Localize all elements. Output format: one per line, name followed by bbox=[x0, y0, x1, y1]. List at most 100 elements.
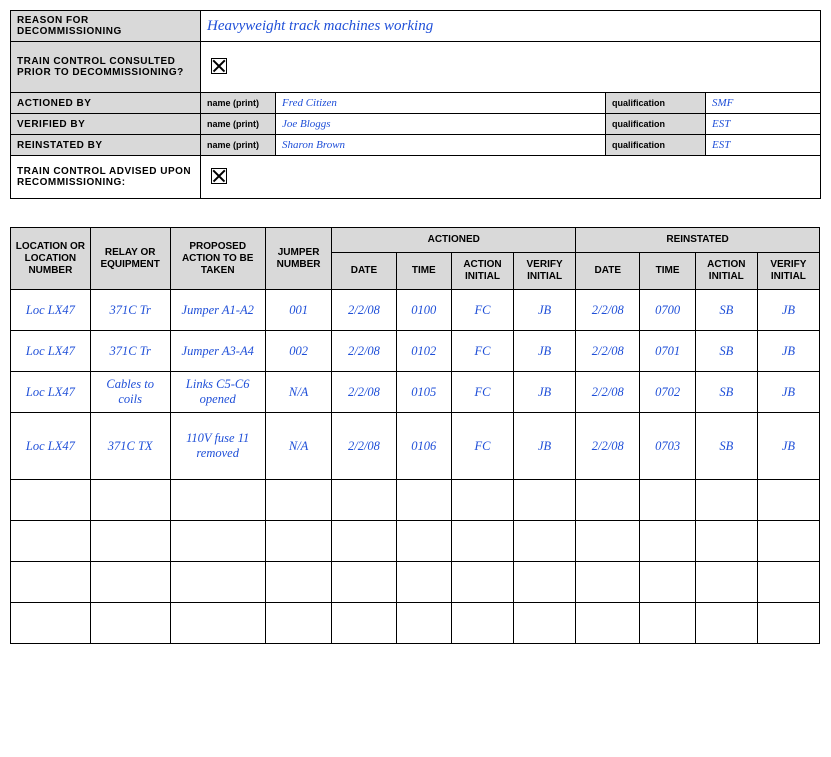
cell-r_vi: JB bbox=[757, 413, 819, 480]
cell-r_vi bbox=[757, 603, 819, 644]
cell-r_date: 2/2/08 bbox=[576, 331, 640, 372]
table-row: Loc LX47371C TrJumper A3-A40022/2/080102… bbox=[11, 331, 820, 372]
name-print-label: name (print) bbox=[201, 114, 276, 135]
cell-r_ai bbox=[695, 562, 757, 603]
cell-jumper bbox=[265, 480, 331, 521]
verified-by-label: Verified by bbox=[11, 114, 201, 135]
cell-r_vi bbox=[757, 521, 819, 562]
cell-loc bbox=[11, 480, 91, 521]
cell-r_time: 0701 bbox=[640, 331, 695, 372]
cell-a_ai: FC bbox=[451, 413, 513, 480]
cell-a_ai bbox=[451, 480, 513, 521]
col-r-time: TIME bbox=[640, 253, 695, 290]
reason-value: Heavyweight track machines working bbox=[201, 11, 821, 42]
cell-action bbox=[170, 521, 265, 562]
cell-a_vi: JB bbox=[514, 290, 576, 331]
cell-a_ai bbox=[451, 603, 513, 644]
actioned-by-name: Fred Citizen bbox=[276, 93, 606, 114]
cell-a_time bbox=[396, 562, 451, 603]
table-row bbox=[11, 603, 820, 644]
cell-loc: Loc LX47 bbox=[11, 372, 91, 413]
cell-r_ai bbox=[695, 480, 757, 521]
cell-loc bbox=[11, 603, 91, 644]
cell-a_time: 0102 bbox=[396, 331, 451, 372]
cell-loc: Loc LX47 bbox=[11, 290, 91, 331]
cell-a_ai: FC bbox=[451, 290, 513, 331]
cell-r_time bbox=[640, 480, 695, 521]
cell-action: Jumper A3-A4 bbox=[170, 331, 265, 372]
cell-a_time bbox=[396, 603, 451, 644]
cell-action bbox=[170, 480, 265, 521]
qualification-label: qualification bbox=[606, 135, 706, 156]
verified-by-name: Joe Bloggs bbox=[276, 114, 606, 135]
col-actioned-group: ACTIONED bbox=[332, 228, 576, 253]
table-row bbox=[11, 562, 820, 603]
cell-r_date bbox=[576, 603, 640, 644]
decommissioning-header-table: Reason for decommissioning Heavyweight t… bbox=[10, 10, 821, 199]
cell-a_ai bbox=[451, 562, 513, 603]
cell-jumper bbox=[265, 603, 331, 644]
cell-a_vi bbox=[514, 521, 576, 562]
cell-a_ai: FC bbox=[451, 372, 513, 413]
col-reinstated-group: REINSTATED bbox=[576, 228, 820, 253]
cell-jumper bbox=[265, 562, 331, 603]
cell-jumper: 001 bbox=[265, 290, 331, 331]
cell-loc: Loc LX47 bbox=[11, 413, 91, 480]
cell-r_time: 0703 bbox=[640, 413, 695, 480]
reason-label: Reason for decommissioning bbox=[11, 11, 201, 42]
cell-jumper bbox=[265, 521, 331, 562]
name-print-label: name (print) bbox=[201, 93, 276, 114]
cell-r_vi: JB bbox=[757, 331, 819, 372]
cell-loc: Loc LX47 bbox=[11, 331, 91, 372]
table-row bbox=[11, 480, 820, 521]
name-print-label: name (print) bbox=[201, 135, 276, 156]
cell-a_time bbox=[396, 521, 451, 562]
cell-loc bbox=[11, 562, 91, 603]
cell-r_time bbox=[640, 562, 695, 603]
cell-a_ai: FC bbox=[451, 331, 513, 372]
cell-a_vi bbox=[514, 562, 576, 603]
cell-action: Jumper A1-A2 bbox=[170, 290, 265, 331]
table-row: Loc LX47371C TX110V fuse 11 removedN/A2/… bbox=[11, 413, 820, 480]
cell-action bbox=[170, 562, 265, 603]
col-location: LOCATION OR LOCATION NUMBER bbox=[11, 228, 91, 290]
cell-a_time: 0105 bbox=[396, 372, 451, 413]
cell-a_date bbox=[332, 521, 396, 562]
cell-r_ai bbox=[695, 521, 757, 562]
cell-a_vi: JB bbox=[514, 372, 576, 413]
cell-r_vi bbox=[757, 562, 819, 603]
col-jumper: JUMPER NUMBER bbox=[265, 228, 331, 290]
cell-r_date: 2/2/08 bbox=[576, 290, 640, 331]
col-a-ai: ACTION INITIAL bbox=[451, 253, 513, 290]
cell-jumper: N/A bbox=[265, 372, 331, 413]
cell-relay: 371C TX bbox=[90, 413, 170, 480]
cell-r_vi: JB bbox=[757, 290, 819, 331]
cell-a_vi: JB bbox=[514, 331, 576, 372]
cell-r_ai: SB bbox=[695, 290, 757, 331]
actioned-by-label: Actioned by bbox=[11, 93, 201, 114]
col-r-date: DATE bbox=[576, 253, 640, 290]
cell-r_time bbox=[640, 521, 695, 562]
cell-a_date bbox=[332, 603, 396, 644]
checkbox-checked-icon bbox=[211, 168, 227, 184]
checkbox-checked-icon bbox=[211, 58, 227, 74]
advised-value bbox=[201, 156, 821, 199]
cell-r_vi: JB bbox=[757, 372, 819, 413]
consulted-label: Train control consulted prior to decommi… bbox=[11, 42, 201, 93]
cell-loc bbox=[11, 521, 91, 562]
decommissioning-grid: LOCATION OR LOCATION NUMBER RELAY OR EQU… bbox=[10, 227, 820, 644]
cell-a_vi bbox=[514, 603, 576, 644]
cell-relay bbox=[90, 480, 170, 521]
table-row: Loc LX47371C TrJumper A1-A20012/2/080100… bbox=[11, 290, 820, 331]
cell-r_time bbox=[640, 603, 695, 644]
cell-a_date: 2/2/08 bbox=[332, 372, 396, 413]
col-action: PROPOSED ACTION TO BE TAKEN bbox=[170, 228, 265, 290]
cell-r_date bbox=[576, 562, 640, 603]
cell-r_date bbox=[576, 480, 640, 521]
col-r-ai: ACTION INITIAL bbox=[695, 253, 757, 290]
cell-a_date: 2/2/08 bbox=[332, 413, 396, 480]
cell-action bbox=[170, 603, 265, 644]
col-a-vi: VERIFY INITIAL bbox=[514, 253, 576, 290]
qualification-label: qualification bbox=[606, 93, 706, 114]
cell-a_date: 2/2/08 bbox=[332, 290, 396, 331]
